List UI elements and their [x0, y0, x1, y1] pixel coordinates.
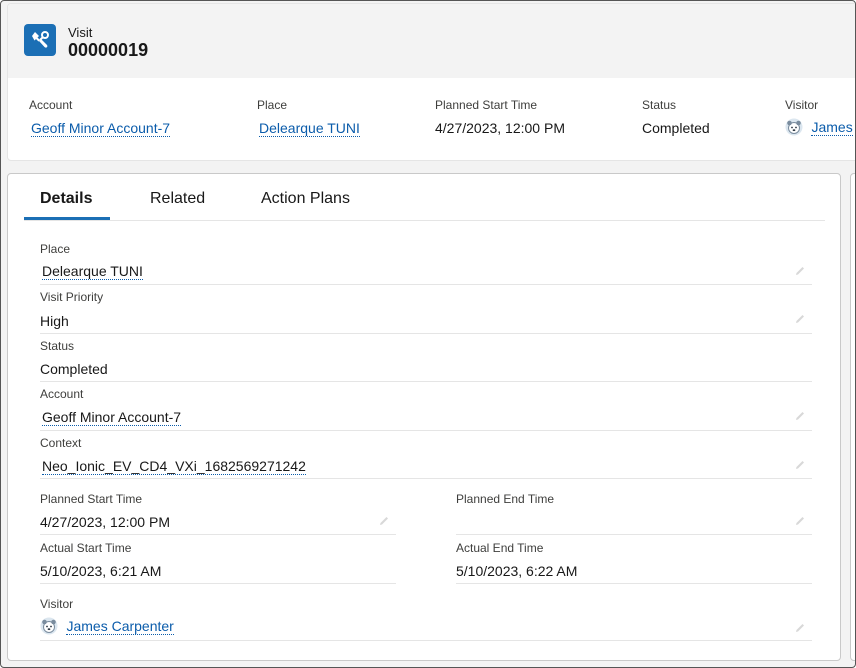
tab-related[interactable]: Related: [150, 190, 205, 208]
highlight-place-link[interactable]: Delearque TUNI: [259, 120, 360, 137]
field-label: Visit Priority: [40, 290, 104, 304]
place-link[interactable]: Delearque TUNI: [42, 263, 143, 280]
field-label: Actual End Time: [456, 541, 544, 555]
field-value: Completed: [40, 361, 108, 377]
highlight-label: Account: [29, 98, 73, 112]
field-label: Place: [40, 242, 71, 256]
highlight-label: Place: [257, 98, 288, 112]
tab-action-plans[interactable]: Action Plans: [261, 190, 350, 208]
field-label: Planned End Time: [456, 492, 555, 506]
field-label: Status: [40, 339, 75, 353]
record-header: Visit 00000019: [8, 4, 855, 78]
highlight-visitor-link[interactable]: James: [811, 119, 853, 136]
field-planned-end: Planned End Time: [456, 492, 812, 535]
field-value: 5/10/2023, 6:22 AM: [456, 563, 578, 579]
field-visit-priority: Visit Priority High: [40, 290, 812, 334]
record-highlights: Visit 00000019 Account Geoff Minor Accou…: [7, 3, 855, 161]
highlight-label: Planned Start Time: [435, 98, 538, 112]
highlight-planned-start: Planned Start Time 4/27/2023, 12:00 PM: [435, 98, 565, 136]
tab-bar: Details Related Action Plans: [24, 174, 825, 221]
highlight-value: 4/27/2023, 12:00 PM: [435, 120, 565, 136]
field-label: Actual Start Time: [40, 541, 132, 555]
field-label: Visitor: [40, 597, 74, 611]
field-label: Context: [40, 436, 82, 450]
user-avatar-icon: [40, 617, 58, 635]
highlight-label: Status: [642, 98, 677, 112]
visitor-link[interactable]: James Carpenter: [66, 618, 174, 635]
field-status: Status Completed: [40, 339, 812, 382]
field-actual-start: Actual Start Time 5/10/2023, 6:21 AM: [40, 541, 396, 584]
user-avatar-icon: [785, 118, 803, 136]
highlight-account: Account Geoff Minor Account-7: [29, 98, 171, 138]
field-value: 5/10/2023, 6:21 AM: [40, 563, 162, 579]
field-account: Account Geoff Minor Account-7: [40, 387, 812, 431]
field-value: 4/27/2023, 12:00 PM: [40, 514, 170, 530]
edit-pencil-icon[interactable]: [794, 458, 806, 470]
edit-pencil-icon[interactable]: [794, 409, 806, 421]
edit-pencil-icon[interactable]: [794, 264, 806, 276]
record-title: 00000019: [68, 40, 149, 60]
field-planned-start: Planned Start Time 4/27/2023, 12:00 PM: [40, 492, 396, 535]
app-frame: Visit 00000019 Account Geoff Minor Accou…: [0, 0, 856, 668]
side-panel-edge: [850, 173, 855, 661]
field-value: High: [40, 313, 69, 329]
edit-pencil-icon[interactable]: [378, 514, 390, 526]
edit-pencil-icon[interactable]: [794, 514, 806, 526]
highlight-account-link[interactable]: Geoff Minor Account-7: [31, 120, 171, 137]
context-link[interactable]: Neo_Ionic_EV_CD4_VXi_1682569271242: [42, 458, 306, 475]
highlight-visitor: Visitor James: [785, 98, 855, 136]
highlight-place: Place Delearque TUNI: [257, 98, 360, 138]
field-context: Context Neo_Ionic_EV_CD4_VXi_16825692712…: [40, 436, 812, 479]
edit-pencil-icon[interactable]: [794, 621, 806, 633]
account-link[interactable]: Geoff Minor Account-7: [42, 409, 182, 426]
field-actual-end: Actual End Time 5/10/2023, 6:22 AM: [456, 541, 812, 584]
details-card: Details Related Action Plans Place Delea…: [7, 173, 841, 661]
tab-details[interactable]: Details: [40, 190, 92, 208]
highlight-status: Status Completed: [642, 98, 710, 136]
visit-tools-icon: [24, 24, 56, 56]
field-label: Account: [40, 387, 84, 401]
field-visitor: Visitor James Carpenter: [40, 597, 812, 641]
object-type-label: Visit: [68, 25, 93, 40]
field-label: Planned Start Time: [40, 492, 143, 506]
highlight-label: Visitor: [785, 98, 819, 112]
edit-pencil-icon[interactable]: [794, 312, 806, 324]
highlight-value: Completed: [642, 120, 710, 136]
field-place: Place Delearque TUNI: [40, 242, 812, 285]
active-tab-indicator: [24, 217, 110, 220]
